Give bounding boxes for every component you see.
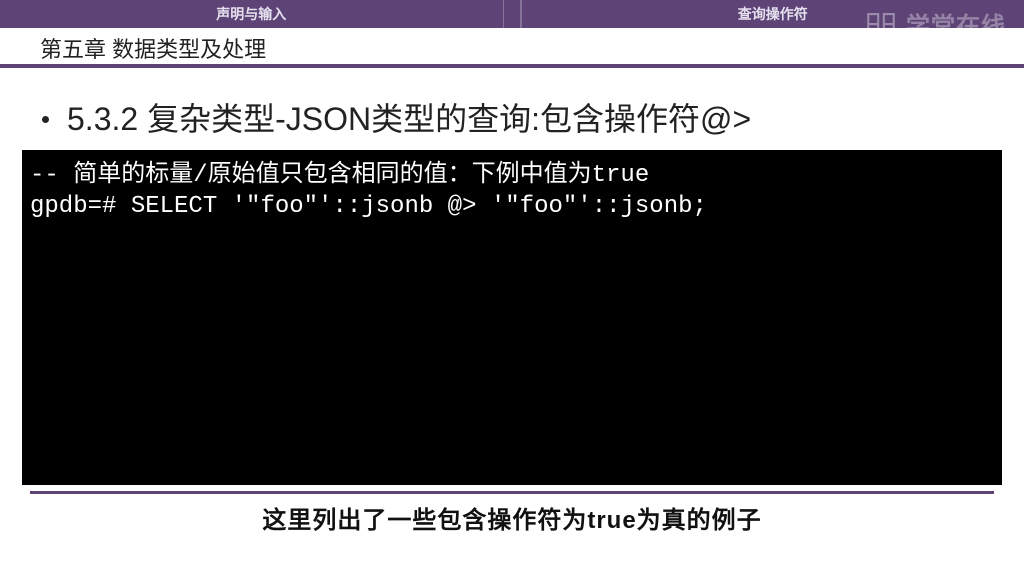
tab-divider (503, 0, 521, 28)
video-caption: 这里列出了一些包含操作符为true为真的例子 (0, 494, 1024, 535)
sql-code-block: -- 简单的标量/原始值只包含相同的值：下例中值为true gpdb=# SEL… (22, 150, 1002, 485)
tab-query-operator[interactable]: 查询操作符 (521, 0, 1024, 28)
code-text: -- 简单的标量/原始值只包含相同的值：下例中值为true gpdb=# SEL… (30, 162, 707, 220)
slide-heading: 5.3.2 复杂类型-JSON类型的查询:包含操作符@> (42, 94, 1004, 140)
chapter-title: 第五章 数据类型及处理 (40, 32, 266, 64)
caption-text: 这里列出了一些包含操作符为true为真的例子 (262, 507, 761, 534)
top-tab-bar: 声明与输入 查询操作符 学堂在线 (0, 0, 1024, 28)
tab-label: 查询操作符 (738, 4, 808, 24)
slide-body: 5.3.2 复杂类型-JSON类型的查询:包含操作符@> -- 简单的标量/原始… (0, 68, 1024, 485)
tab-label: 声明与输入 (216, 4, 286, 24)
chapter-title-bar: 第五章 数据类型及处理 (0, 28, 1024, 68)
tab-declaration-input[interactable]: 声明与输入 (0, 0, 503, 28)
slide-heading-text: 5.3.2 复杂类型-JSON类型的查询:包含操作符@> (67, 101, 751, 137)
bullet-icon (42, 116, 49, 123)
